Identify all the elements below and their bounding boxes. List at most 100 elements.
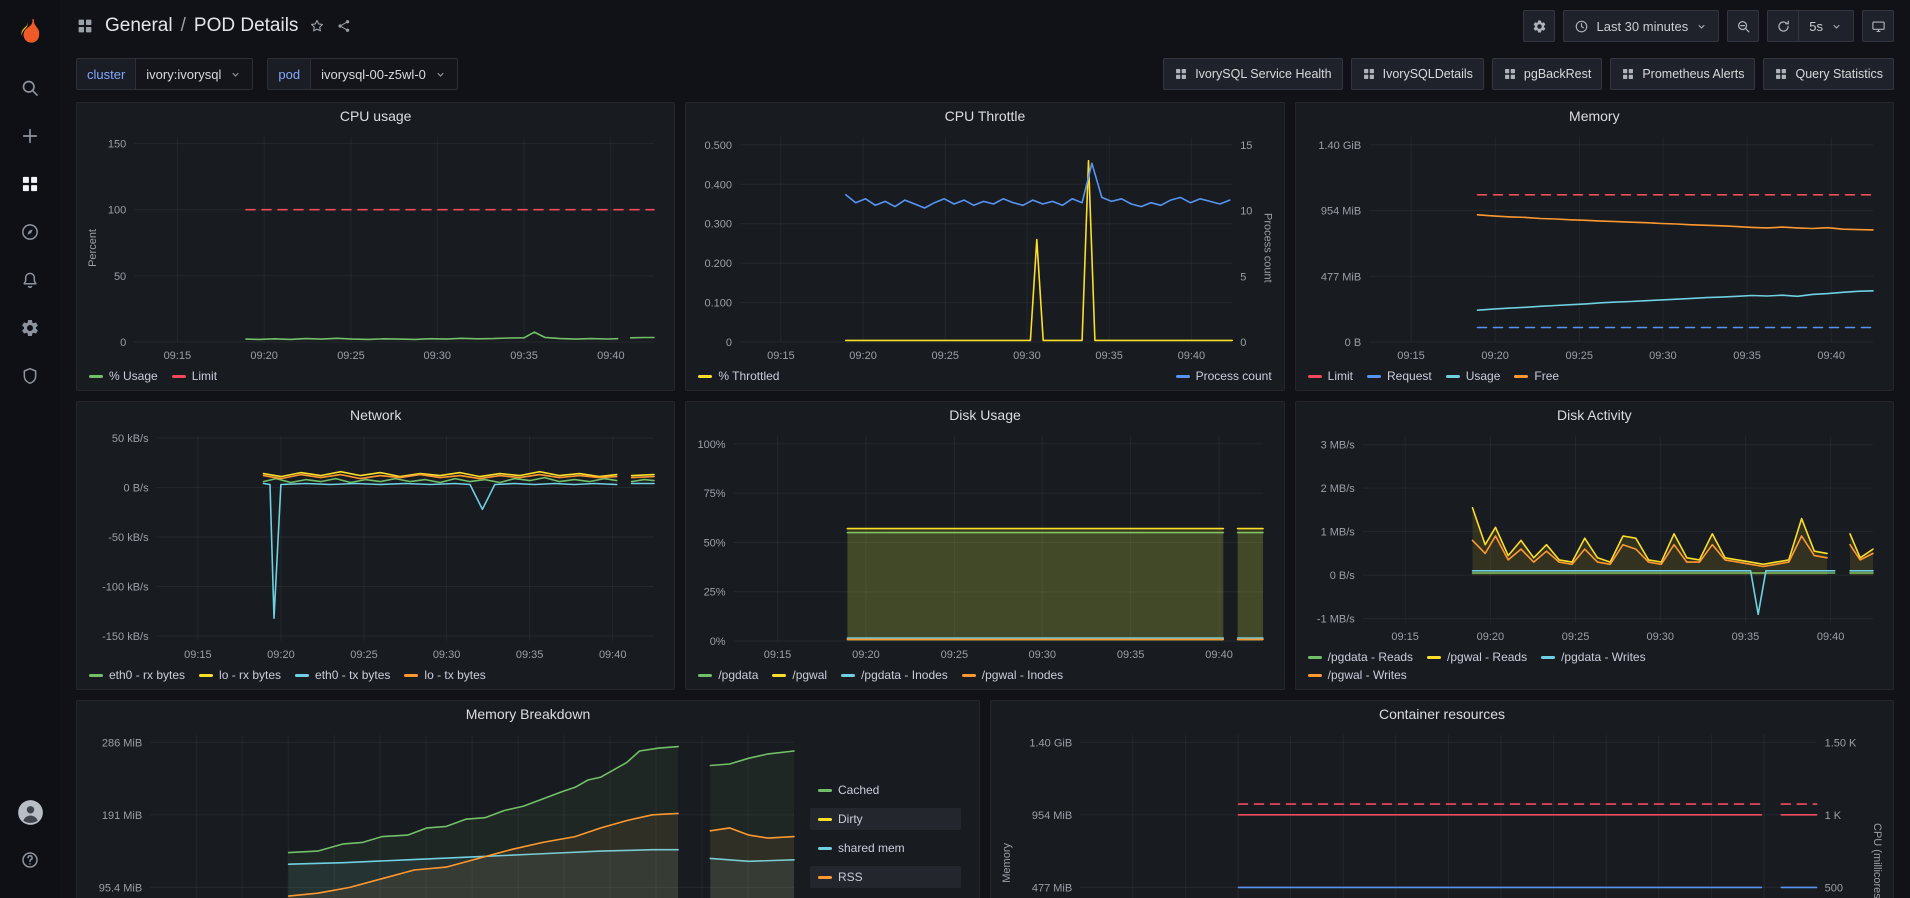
refresh-interval-button[interactable]: 5s bbox=[1799, 10, 1854, 42]
user-avatar[interactable] bbox=[0, 788, 60, 836]
variable-cluster[interactable]: clusterivory:ivorysql bbox=[76, 58, 253, 90]
breadcrumb: General / POD Details bbox=[76, 15, 1515, 37]
panel-legend: Cached Dirty shared mem RSS bbox=[806, 727, 971, 898]
legend-item[interactable]: % Usage bbox=[89, 369, 158, 383]
legend-item[interactable]: eth0 - tx bytes bbox=[295, 668, 390, 682]
sidebar-item-help[interactable] bbox=[0, 836, 60, 884]
legend-item[interactable]: Free bbox=[1514, 369, 1559, 383]
legend-item[interactable]: /pgwal - Reads bbox=[1427, 650, 1527, 664]
chevron-down-icon bbox=[1695, 20, 1708, 33]
svg-text:477 MiB: 477 MiB bbox=[1320, 271, 1360, 283]
legend-item[interactable]: Process count bbox=[1176, 369, 1272, 383]
svg-text:500: 500 bbox=[1825, 882, 1843, 894]
legend-item[interactable]: eth0 - rx bytes bbox=[89, 668, 185, 682]
svg-text:50 kB/s: 50 kB/s bbox=[112, 433, 149, 445]
chart-area[interactable]: 0 B477 MiB954 MiB1.40 GiB09:1509:2009:25… bbox=[1304, 129, 1885, 366]
panel-title[interactable]: Memory bbox=[1296, 103, 1893, 129]
legend-series-label: Usage bbox=[1466, 369, 1501, 383]
sidebar-item-configuration[interactable] bbox=[0, 304, 60, 352]
chart-canvas[interactable]: -1 MB/s0 B/s1 MB/s2 MB/s3 MB/s09:1509:20… bbox=[1304, 428, 1885, 647]
time-range-picker[interactable]: Last 30 minutes bbox=[1563, 10, 1719, 42]
header: General / POD Details Last 30 minutes bbox=[60, 0, 1910, 52]
variable-value-dropdown[interactable]: ivory:ivorysql bbox=[135, 58, 253, 90]
dashboard-link[interactable]: IvorySQL Service Health bbox=[1163, 58, 1342, 90]
dashboard-link[interactable]: Prometheus Alerts bbox=[1610, 58, 1755, 90]
panel-title[interactable]: Network bbox=[77, 402, 674, 428]
chart-area[interactable]: 0%25%50%75%100%09:1509:2009:2509:3009:35… bbox=[694, 428, 1275, 665]
grafana-logo[interactable] bbox=[14, 0, 46, 64]
panel-title[interactable]: CPU Throttle bbox=[686, 103, 1283, 129]
legend-item[interactable]: lo - tx bytes bbox=[404, 668, 485, 682]
svg-text:09:35: 09:35 bbox=[510, 350, 538, 362]
refresh-button[interactable] bbox=[1767, 10, 1799, 42]
legend-series-swatch bbox=[89, 375, 103, 378]
legend-item[interactable]: Cached bbox=[810, 779, 961, 801]
legend-item[interactable]: shared mem bbox=[810, 837, 961, 859]
panel-title[interactable]: Disk Usage bbox=[686, 402, 1283, 428]
dashboard-link[interactable]: pgBackRest bbox=[1492, 58, 1602, 90]
chart-area[interactable]: 50 kB/s0 B/s-50 kB/s-100 kB/s-150 kB/s09… bbox=[85, 428, 666, 665]
variable-current-value: ivory:ivorysql bbox=[146, 67, 221, 82]
variable-value-dropdown[interactable]: ivorysql-00-z5wl-0 bbox=[310, 58, 458, 90]
panel-title[interactable]: Container resources bbox=[991, 701, 1893, 727]
svg-text:0.100: 0.100 bbox=[705, 298, 733, 310]
legend-item[interactable]: /pgwal - Writes bbox=[1308, 668, 1407, 682]
svg-text:954 MiB: 954 MiB bbox=[1032, 810, 1072, 822]
chevron-down-icon bbox=[434, 68, 447, 81]
legend-item[interactable]: RSS bbox=[810, 866, 961, 888]
breadcrumb-section[interactable]: General bbox=[105, 15, 173, 37]
legend-series-label: lo - rx bytes bbox=[219, 668, 281, 682]
zoom-out-button[interactable] bbox=[1727, 10, 1759, 42]
legend-item[interactable]: /pgdata - Inodes bbox=[841, 668, 948, 682]
gear-icon bbox=[20, 318, 40, 338]
chart-area[interactable]: 05010015009:1509:2009:2509:3009:3509:40 bbox=[101, 129, 666, 366]
chart-canvas[interactable]: 50 kB/s0 B/s-50 kB/s-100 kB/s-150 kB/s09… bbox=[85, 428, 666, 665]
svg-text:286 MiB: 286 MiB bbox=[102, 737, 142, 749]
legend-item[interactable]: Limit bbox=[1308, 369, 1353, 383]
variable-pod[interactable]: podivorysql-00-z5wl-0 bbox=[267, 58, 457, 90]
legend-item[interactable]: Dirty bbox=[810, 808, 961, 830]
panel-title[interactable]: Memory Breakdown bbox=[77, 701, 979, 727]
legend-item[interactable]: Usage bbox=[1446, 369, 1501, 383]
svg-text:09:20: 09:20 bbox=[850, 350, 878, 362]
legend-item[interactable]: Request bbox=[1367, 369, 1432, 383]
tv-mode-button[interactable] bbox=[1862, 10, 1894, 42]
sidebar-item-alerting[interactable] bbox=[0, 256, 60, 304]
chart-canvas[interactable]: 0 B477 MiB954 MiB1.40 GiB09:1509:2009:25… bbox=[1304, 129, 1885, 366]
legend-item[interactable]: /pgwal bbox=[772, 668, 827, 682]
dashboard-link[interactable]: Query Statistics bbox=[1763, 58, 1894, 90]
sidebar-item-dashboards[interactable] bbox=[0, 160, 60, 208]
legend-item[interactable]: /pgdata - Reads bbox=[1308, 650, 1413, 664]
legend-series-label: /pgwal - Inodes bbox=[982, 668, 1063, 682]
sidebar-item-search[interactable] bbox=[0, 64, 60, 112]
legend-series-swatch bbox=[1367, 375, 1381, 378]
sidebar-item-explore[interactable] bbox=[0, 208, 60, 256]
chart-area[interactable]: 95.4 MiB191 MiB286 MiB bbox=[85, 727, 806, 898]
dashboard-settings-button[interactable] bbox=[1523, 10, 1555, 42]
share-icon[interactable] bbox=[336, 18, 352, 34]
star-icon[interactable] bbox=[309, 18, 325, 34]
panel-network: Network50 kB/s0 B/s-50 kB/s-100 kB/s-150… bbox=[76, 401, 675, 690]
chart-area[interactable]: 477 MiB954 MiB1.40 GiB5001 K1.50 K bbox=[1015, 727, 1869, 898]
dashboard-link[interactable]: IvorySQLDetails bbox=[1351, 58, 1484, 90]
sidebar-item-server-admin[interactable] bbox=[0, 352, 60, 400]
chart-area[interactable]: -1 MB/s0 B/s1 MB/s2 MB/s3 MB/s09:1509:20… bbox=[1304, 428, 1885, 647]
chart-canvas[interactable]: 0%25%50%75%100%09:1509:2009:2509:3009:35… bbox=[694, 428, 1275, 665]
legend-item[interactable]: % Throttled bbox=[698, 369, 779, 383]
refresh-icon bbox=[1776, 19, 1791, 34]
legend-series-swatch bbox=[295, 674, 309, 677]
chart-canvas[interactable]: 00.1000.2000.3000.4000.50005101509:1509:… bbox=[694, 129, 1259, 366]
panel-title[interactable]: CPU usage bbox=[77, 103, 674, 129]
legend-item[interactable]: /pgwal - Inodes bbox=[962, 668, 1063, 682]
legend-item[interactable]: Limit bbox=[172, 369, 217, 383]
svg-text:0: 0 bbox=[120, 337, 126, 349]
chart-area[interactable]: 00.1000.2000.3000.4000.50005101509:1509:… bbox=[694, 129, 1259, 366]
chart-canvas[interactable]: 05010015009:1509:2009:2509:3009:3509:40 bbox=[101, 129, 666, 366]
panel-title[interactable]: Disk Activity bbox=[1296, 402, 1893, 428]
chart-canvas[interactable]: 95.4 MiB191 MiB286 MiB bbox=[85, 727, 806, 898]
sidebar-item-create[interactable] bbox=[0, 112, 60, 160]
legend-item[interactable]: /pgdata - Writes bbox=[1541, 650, 1645, 664]
chart-canvas[interactable]: 477 MiB954 MiB1.40 GiB5001 K1.50 K bbox=[1015, 727, 1869, 898]
legend-item[interactable]: lo - rx bytes bbox=[199, 668, 281, 682]
legend-item[interactable]: /pgdata bbox=[698, 668, 758, 682]
